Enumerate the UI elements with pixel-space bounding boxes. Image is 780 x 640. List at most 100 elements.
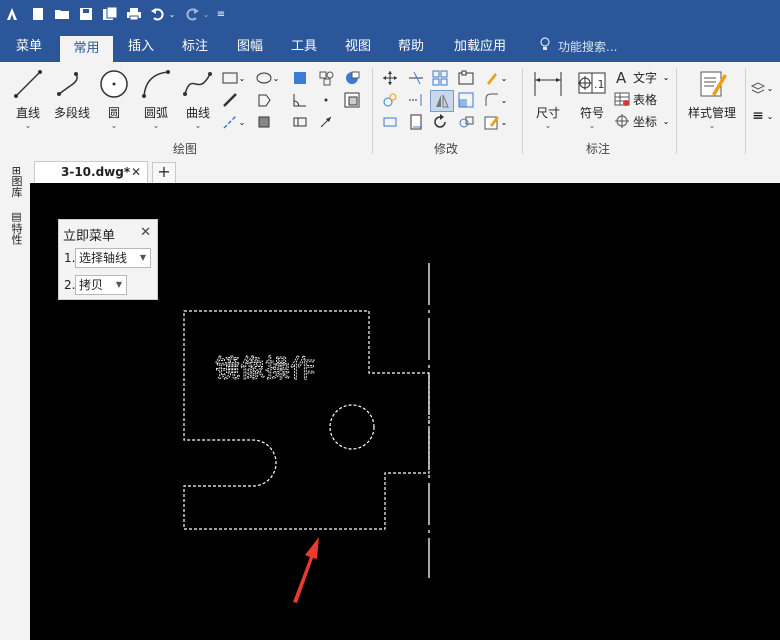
app-logo-icon[interactable] — [2, 4, 22, 24]
chevron-down-icon[interactable]: ⌄ — [500, 92, 508, 108]
copy-icon[interactable] — [458, 114, 474, 130]
scale-icon[interactable] — [458, 92, 474, 108]
block-icon[interactable] — [318, 70, 334, 86]
array-icon[interactable] — [432, 70, 448, 86]
chevron-down-icon[interactable]: ⌄ — [500, 114, 508, 130]
properties-icon: ▤ — [10, 210, 23, 223]
tab-menu[interactable]: 菜单 — [0, 30, 58, 62]
dimension-button[interactable]: 尺寸 ⌄ — [530, 68, 566, 130]
undo-icon[interactable] — [148, 4, 168, 24]
tab-frame[interactable]: 图幅 — [223, 30, 277, 62]
chevron-down-icon[interactable]: ⌄ — [662, 113, 670, 129]
insert-image-icon[interactable] — [344, 70, 360, 86]
rotate-cw-icon[interactable] — [432, 114, 448, 130]
draw-group-label: 绘图 — [173, 142, 198, 156]
rotate-icon[interactable] — [382, 92, 398, 108]
polygon-icon[interactable] — [256, 92, 272, 108]
arc-tool-button[interactable]: 圆弧 ⌄ — [138, 68, 174, 130]
lightbulb-icon — [540, 31, 550, 65]
chevron-down-icon[interactable]: ⌄ — [766, 80, 774, 96]
trim-icon[interactable] — [408, 70, 424, 86]
open-folder-icon[interactable] — [52, 4, 72, 24]
rectangle-icon[interactable] — [222, 70, 238, 86]
fillet-icon[interactable] — [484, 92, 500, 108]
selected-part-outline[interactable] — [183, 310, 430, 530]
copy-mode-dropdown[interactable]: 拷贝 ▼ — [75, 275, 127, 295]
tab-annotate[interactable]: 标注 — [168, 30, 222, 62]
tab-help[interactable]: 帮助 — [385, 30, 437, 62]
bounding-box-icon[interactable] — [256, 114, 272, 130]
style-manager-button[interactable]: 样式管理 ⌄ — [682, 68, 742, 130]
center-line-icon[interactable] — [222, 114, 238, 130]
text-button-label[interactable]: 文字 — [633, 69, 657, 86]
close-icon[interactable]: ✕ — [131, 165, 141, 179]
feature-search[interactable]: 功能搜索... — [540, 30, 617, 62]
frame-icon[interactable] — [344, 92, 360, 108]
ellipse-icon[interactable] — [256, 70, 272, 86]
chevron-down-icon[interactable]: ⌄ — [500, 70, 508, 86]
selected-hole-circle[interactable] — [329, 404, 375, 450]
mirror-button[interactable] — [430, 90, 454, 112]
edit-icon[interactable] — [484, 114, 500, 130]
text-icon[interactable]: A — [614, 69, 630, 85]
save-icon[interactable] — [76, 4, 96, 24]
tab-tools[interactable]: 工具 — [277, 30, 331, 62]
tab-view[interactable]: 视图 — [331, 30, 385, 62]
line-tool-button[interactable]: 直线 ⌄ — [10, 68, 46, 130]
symbol-button[interactable]: .1 符号 ⌄ — [574, 68, 610, 130]
chevron-down-icon: ⌄ — [110, 121, 118, 130]
redo-icon[interactable] — [182, 4, 202, 24]
polyline-tool-button[interactable]: 多段线 — [50, 68, 94, 121]
axis-select-dropdown[interactable]: 选择轴线 ▼ — [75, 248, 151, 268]
layer-icon[interactable] — [750, 80, 766, 96]
offset-icon[interactable] — [458, 70, 474, 86]
tab-addins[interactable]: 加载应用 — [440, 30, 520, 62]
redo-dropdown-icon[interactable]: ⌄ — [200, 4, 212, 24]
coordinate-icon[interactable] — [614, 113, 630, 129]
move-icon[interactable] — [382, 70, 398, 86]
new-file-icon[interactable] — [28, 4, 48, 24]
point-icon[interactable] — [318, 92, 334, 108]
save-all-icon[interactable] — [100, 4, 120, 24]
coordinate-button-label[interactable]: 坐标 — [633, 113, 657, 130]
curve-tool-button[interactable]: 曲线 ⌄ — [180, 68, 216, 130]
chevron-down-icon[interactable]: ⌄ — [766, 108, 774, 124]
arc-icon — [142, 70, 170, 98]
table-button-label[interactable]: 表格 — [633, 91, 657, 108]
annotate-group-label: 标注 — [586, 142, 611, 156]
table-icon[interactable] — [614, 91, 630, 107]
chevron-down-icon[interactable]: ⌄ — [238, 114, 246, 130]
circle-tool-button[interactable]: 圆 ⌄ — [98, 68, 130, 130]
print-icon[interactable] — [124, 4, 144, 24]
hatch-icon[interactable] — [292, 70, 308, 86]
thick-line-icon[interactable] — [222, 92, 238, 108]
stretch-icon[interactable] — [382, 114, 398, 130]
line-weight-icon[interactable]: ≡ — [750, 108, 766, 124]
close-icon[interactable]: ✕ — [140, 225, 151, 240]
drawing-text-label[interactable]: 镜像操作 — [215, 354, 316, 384]
break-icon[interactable] — [408, 114, 424, 130]
chevron-down-icon: ⌄ — [152, 121, 160, 130]
document-tab[interactable]: 3-10.dwg* ✕ — [34, 161, 148, 184]
dimension-icon — [534, 72, 562, 96]
chevron-down-icon[interactable]: ⌄ — [272, 70, 280, 86]
undo-dropdown-icon[interactable]: ⌄ — [166, 4, 178, 24]
leader-arrow-icon[interactable] — [318, 114, 334, 130]
customize-toolbar-icon[interactable]: ≡ — [214, 4, 228, 24]
tab-insert[interactable]: 插入 — [115, 30, 167, 62]
pencil-icon[interactable] — [484, 70, 500, 86]
add-tab-button[interactable]: + — [152, 162, 176, 184]
chevron-down-icon: ⌄ — [24, 121, 32, 130]
library-panel-tab[interactable]: ⊞图库 — [6, 166, 24, 197]
hole-table-icon[interactable] — [292, 114, 308, 130]
chevron-down-icon[interactable]: ⌄ — [238, 70, 246, 86]
library-panel-label: 图库 — [10, 175, 23, 198]
angle-line-icon[interactable] — [292, 92, 308, 108]
group-separator — [522, 68, 523, 154]
tab-common[interactable]: 常用 — [60, 36, 113, 62]
properties-panel-tab[interactable]: ▤特性 — [6, 210, 24, 245]
chevron-down-icon[interactable]: ⌄ — [662, 69, 670, 85]
circle-icon — [100, 70, 128, 98]
extend-icon[interactable] — [408, 92, 424, 108]
left-side-panel: ⊞图库 ▤特性 — [0, 158, 30, 640]
